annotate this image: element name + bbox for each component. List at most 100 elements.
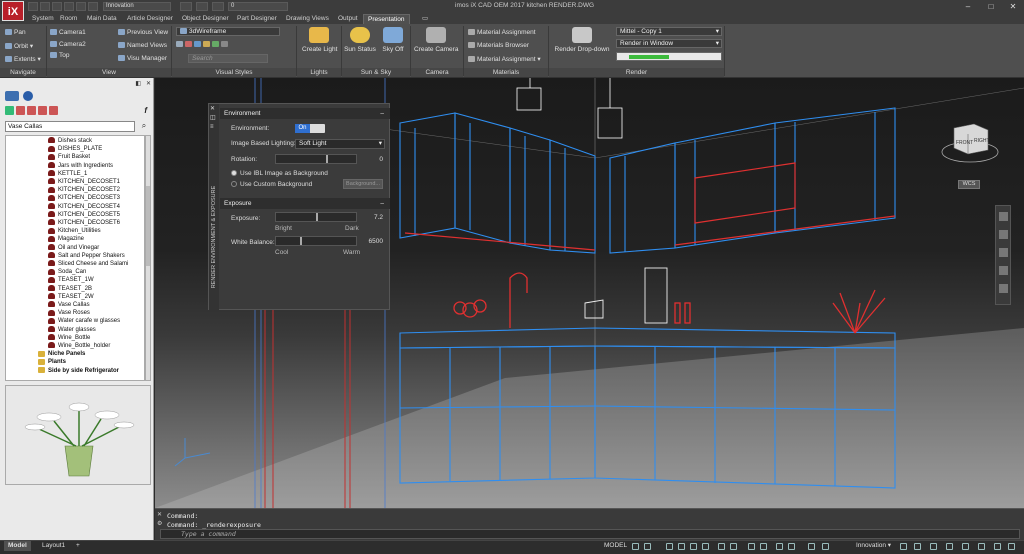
tree-item[interactable]: Oil and Vinegar	[8, 244, 99, 252]
top-view-button[interactable]: Top	[50, 52, 69, 59]
hardware-acceleration-icon[interactable]	[978, 543, 985, 550]
selection-cycling-icon[interactable]	[748, 543, 755, 550]
workspace-dropdown[interactable]: Innovation	[103, 2, 171, 11]
osnap-icon[interactable]	[690, 543, 697, 550]
snap-icon[interactable]	[644, 543, 651, 550]
pan-icon[interactable]	[999, 230, 1008, 239]
create-camera-button[interactable]: Create Camera	[414, 27, 458, 53]
tab-main-data[interactable]: Main Data	[83, 14, 121, 24]
pan-button[interactable]: Pan	[5, 29, 26, 36]
radio-checked-icon[interactable]	[231, 170, 237, 177]
tree-item[interactable]: Magazine	[8, 235, 84, 243]
layer-visibility-icon[interactable]	[180, 2, 192, 11]
tab-output[interactable]: Output	[334, 14, 362, 24]
tree-item[interactable]: KITCHEN_DECOSET4	[8, 203, 120, 211]
3d-osnap-icon[interactable]	[760, 543, 767, 550]
use-custom-bg-option[interactable]: Use Custom Background	[231, 181, 312, 188]
environment-section-header[interactable]: Environment –	[220, 108, 390, 119]
tree-item[interactable]: TEASET_2B	[8, 285, 92, 293]
annotation-monitor-icon[interactable]	[900, 543, 907, 550]
tab-system[interactable]: System	[28, 14, 58, 24]
material-icon[interactable]	[212, 41, 219, 48]
use-ibl-bg-option[interactable]: Use IBL Image as Background	[231, 170, 328, 177]
steering-wheel-icon[interactable]	[999, 212, 1008, 221]
camera2-button[interactable]: Camera2	[50, 41, 86, 48]
layer-lock-icon[interactable]	[212, 2, 224, 11]
named-views-button[interactable]: Named Views	[118, 42, 167, 49]
white-balance-slider[interactable]	[275, 236, 357, 246]
material-assignment-2-button[interactable]: Material Assignment ▾	[468, 55, 541, 63]
visual-style-search[interactable]: Search	[188, 54, 268, 63]
tab-drawing-views[interactable]: Drawing Views	[282, 14, 333, 24]
isolate-objects-icon[interactable]	[962, 543, 969, 550]
tree-folder[interactable]: Plants	[8, 358, 66, 366]
tree-item[interactable]: Soda_Can	[8, 268, 86, 276]
tree-item[interactable]: Sliced Cheese and Salami	[8, 260, 128, 268]
viewcube-front[interactable]: FRONT	[956, 140, 973, 146]
collapse-icon[interactable]: –	[380, 198, 384, 209]
tree-item[interactable]: TEASET_1W	[8, 276, 94, 284]
visu-manager-button[interactable]: Visu Manager	[118, 55, 167, 62]
visual-style-dropdown[interactable]: 3dWireframe	[176, 27, 280, 36]
binoculars-icon[interactable]: ⌕	[138, 121, 150, 132]
rotation-slider-thumb[interactable]	[326, 155, 328, 163]
view-details-icon[interactable]	[38, 106, 47, 115]
tab-presentation[interactable]: Presentation	[363, 14, 410, 24]
sun-status-button[interactable]: Sun Status	[344, 27, 376, 53]
visual-style-toolbar[interactable]	[176, 41, 280, 49]
white-balance-value[interactable]: 6500	[359, 238, 383, 245]
annotation-visibility-icon[interactable]	[808, 543, 815, 550]
render-dropdown-button[interactable]: Render Drop-down	[553, 27, 611, 53]
undo-icon[interactable]	[76, 2, 86, 11]
minimize-icon[interactable]: –	[957, 1, 979, 12]
tree-item[interactable]: Fruit Basket	[8, 153, 90, 161]
print-icon[interactable]	[64, 2, 74, 11]
view-tree-icon[interactable]	[16, 106, 25, 115]
rotation-value[interactable]: 0	[359, 156, 383, 163]
tree-item[interactable]: Dishes stack	[8, 137, 92, 145]
command-input[interactable]: Type a command	[160, 529, 1020, 539]
previous-view-button[interactable]: Previous View	[118, 29, 168, 36]
dynamic-ucs-icon[interactable]	[776, 543, 783, 550]
tree-folder[interactable]: Niche Panels	[8, 350, 85, 358]
close-icon[interactable]: ✕	[157, 511, 162, 518]
view-grid-icon[interactable]	[27, 106, 36, 115]
ortho-icon[interactable]	[666, 543, 673, 550]
tree-item[interactable]: TEASET_2W	[8, 293, 94, 301]
tree-item[interactable]: KITCHEN_DECOSET5	[8, 211, 120, 219]
layer-dropdown[interactable]: 0	[228, 2, 288, 11]
tree-item[interactable]: Wine_Bottle_holder	[8, 342, 110, 350]
render-target-dropdown[interactable]: Render in Window ▾	[616, 39, 722, 48]
new-file-icon[interactable]	[28, 2, 38, 11]
tree-folder[interactable]: Side by side Refrigerator	[8, 367, 119, 375]
ucs-button[interactable]: WCS	[958, 180, 980, 189]
tab-room[interactable]: Room	[56, 14, 81, 24]
tree-item[interactable]: KITCHEN_DECOSET2	[8, 186, 120, 194]
camera1-button[interactable]: Camera1	[50, 29, 86, 36]
settings-icon[interactable]: ⚙	[157, 520, 162, 527]
lineweight-icon[interactable]	[718, 543, 725, 550]
ibl-dropdown[interactable]: Soft Light ▾	[295, 139, 385, 149]
units-icon[interactable]	[914, 543, 921, 550]
exposure-value[interactable]: 7.2	[359, 214, 383, 221]
shade-icon[interactable]	[176, 41, 183, 48]
pin-icon[interactable]: ◧	[135, 80, 141, 87]
close-icon[interactable]: ✕	[146, 80, 151, 87]
polar-icon[interactable]	[678, 543, 685, 550]
layer-freeze-icon[interactable]	[196, 2, 208, 11]
collapse-icon[interactable]: –	[380, 108, 384, 119]
rotation-slider[interactable]	[275, 154, 357, 164]
tab-object-designer[interactable]: Object Designer	[178, 14, 233, 24]
viewcube-right[interactable]: RIGHT	[974, 138, 990, 144]
tree-scrollbar-thumb[interactable]	[146, 186, 150, 266]
color-icon[interactable]	[185, 41, 192, 48]
view-thumb-icon[interactable]	[49, 106, 58, 115]
maximize-icon[interactable]: □	[980, 1, 1002, 12]
library-search-input[interactable]: Vase Callas	[5, 121, 135, 132]
pin-icon[interactable]: ◫	[210, 114, 216, 121]
ribbon-minimize-icon[interactable]: ▭	[418, 14, 432, 24]
tab-layout1[interactable]: Layout1	[38, 541, 69, 551]
clean-screen-icon[interactable]	[994, 543, 1001, 550]
view-list-icon[interactable]	[5, 106, 14, 115]
library-folder-icon[interactable]	[5, 91, 19, 101]
